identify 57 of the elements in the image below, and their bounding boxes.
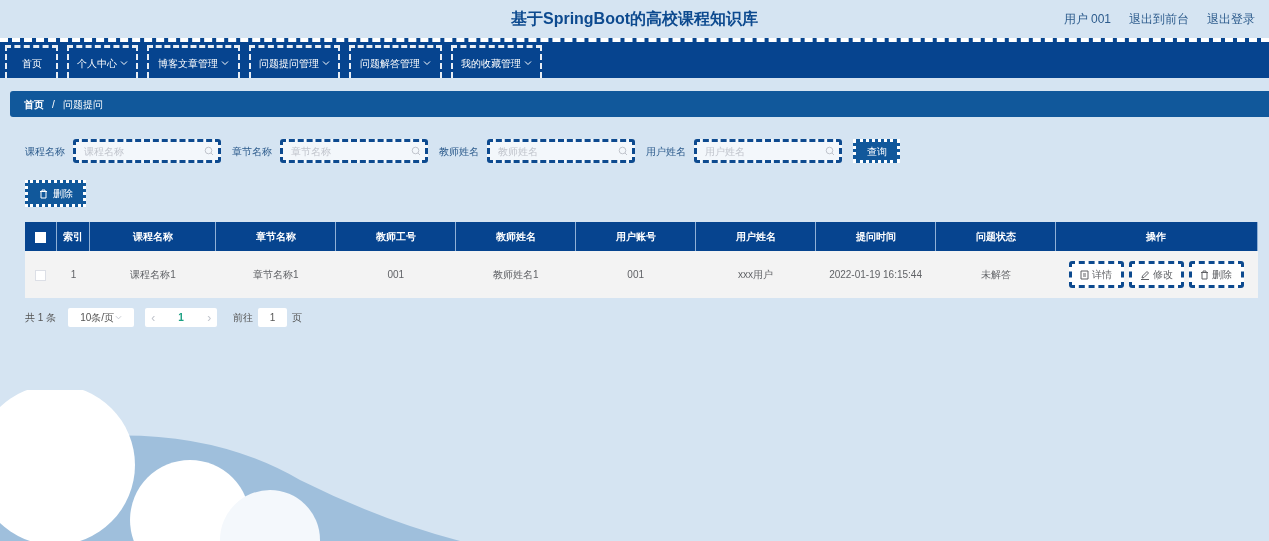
nav-tab[interactable]: 博客文章管理 [147,45,240,78]
breadcrumb-separator: / [52,97,55,112]
trash-icon [38,188,48,199]
table-cell: 1 [70,269,77,280]
breadcrumb-current: 问题提问 [62,97,103,112]
table-cell: 001 [387,269,405,280]
column-header: 问题状态 [975,231,1016,242]
site-title: 基于SpringBoot的高校课程知识库 [510,9,759,29]
page-suffix: 页 [292,311,303,325]
nav-tab[interactable]: 问题解答管理 [349,45,442,78]
select-all-checkbox[interactable] [35,231,47,243]
search-button[interactable]: 查询 [853,139,900,163]
page-input[interactable]: 1 [258,308,288,327]
nav-tab[interactable]: 问题提问管理 [249,45,340,78]
delete-button[interactable]: 删除 [25,180,86,207]
column-header: 教师工号 [375,231,416,242]
table-cell: 未解答 [980,269,1011,280]
column-header: 用户账号 [615,231,656,242]
column-header: 课程名称 [132,231,173,242]
filter-label: 用户姓名 [646,144,686,159]
table-cell: 001 [627,269,644,280]
row-checkbox[interactable] [35,269,47,281]
document-icon [1080,269,1090,280]
table-cell: 教师姓名1 [492,269,539,280]
column-header: 用户姓名 [735,231,776,242]
column-header: 操作 [1146,231,1167,242]
nav-tab[interactable]: 个人中心 [67,45,138,78]
edit-button[interactable]: 修改 [1129,261,1184,288]
column-header: 章节名称 [255,231,296,242]
search-icon [825,146,835,156]
table-cell: 2022-01-19 16:15:44 [829,269,922,280]
breadcrumb-link[interactable]: 首页 [24,96,44,112]
pencil-icon [1140,269,1150,280]
trash-icon [1200,269,1210,280]
header-link[interactable]: 退出到前台 [1129,10,1189,28]
total-count: 共 1 条 [25,311,57,325]
search-icon [411,146,421,156]
search-icon [618,146,628,156]
filter-label: 教师姓名 [439,144,479,159]
table-cell: 章节名称1 [253,269,299,280]
page-size-select[interactable]: 10条/页 [68,308,135,327]
column-header: 提问时间 [855,231,896,242]
table-cell: 课程名称1 [130,269,176,280]
goto-label: 前往 [233,311,254,325]
delete-button[interactable]: 删除 [1189,261,1244,288]
header-link[interactable]: 用户 001 [1063,10,1111,28]
search-icon [204,146,214,156]
nav-tab[interactable]: 我的收藏管理 [451,45,542,78]
header-link[interactable]: 退出登录 [1207,10,1255,28]
filter-label: 章节名称 [232,144,272,159]
column-header: 教师姓名 [495,231,536,242]
column-header: 索引 [63,231,84,242]
chevron-down-icon [115,314,123,321]
nav-tab[interactable]: 首页 [5,45,58,78]
table-cell: xxx用户 [738,269,774,280]
detail-button[interactable]: 详情 [1069,261,1124,288]
filter-label: 课程名称 [25,144,65,159]
